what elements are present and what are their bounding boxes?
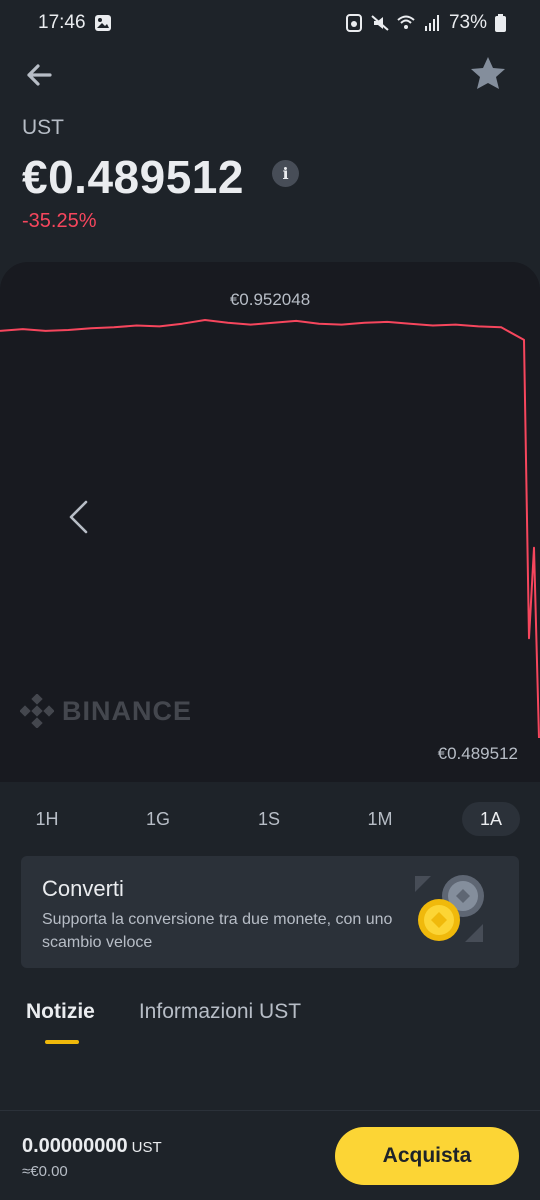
binance-logo-icon	[20, 694, 54, 728]
balance: 0.00000000 UST	[22, 1135, 162, 1158]
tab-notizie[interactable]: Notizie	[26, 1000, 95, 1024]
watermark-text: BINANCE	[62, 695, 193, 726]
bottom-bar: 0.00000000 UST ≈€0.00 Acquista	[0, 1110, 540, 1200]
wifi-icon	[397, 15, 415, 29]
asset-price: €0.489512	[22, 151, 244, 203]
signal-icon	[424, 15, 439, 31]
mute-icon	[371, 15, 389, 31]
convert-coins-icon	[415, 875, 484, 942]
header	[0, 50, 540, 100]
active-tab-indicator	[45, 1040, 79, 1044]
convert-title: Converti	[42, 876, 124, 901]
arrow-left-icon[interactable]	[20, 58, 60, 92]
tab-informazioni[interactable]: Informazioni UST	[139, 1000, 301, 1024]
price-chart[interactable]: €0.952048 €0.489512 BINANCE	[0, 262, 540, 782]
status-time: 17:46	[38, 12, 86, 33]
period-1s[interactable]: 1S	[240, 802, 298, 836]
content-tabs: Notizie Informazioni UST	[26, 1000, 301, 1024]
balance-unit: UST	[131, 1139, 162, 1156]
info-icon[interactable]: i	[272, 160, 299, 187]
data-saver-icon	[345, 14, 362, 32]
status-bar: 17:46 73%	[0, 0, 540, 46]
gallery-notification-icon	[94, 15, 111, 31]
battery-icon	[495, 14, 506, 32]
battery-percent: 73%	[448, 12, 487, 33]
period-1a[interactable]: 1A	[462, 802, 520, 836]
convert-description: Supporta la conversione tra due monete, …	[42, 911, 393, 951]
period-1m[interactable]: 1M	[351, 802, 409, 836]
chart-low-label: €0.489512	[437, 744, 518, 763]
period-selector: 1H 1G 1S 1M 1A	[18, 800, 520, 838]
asset-symbol: UST	[22, 116, 64, 139]
price-change: -35.25%	[22, 210, 97, 232]
convert-card[interactable]: Converti Supporta la conversione tra due…	[21, 856, 519, 968]
balance-amount: 0.00000000	[22, 1135, 128, 1157]
period-1h[interactable]: 1H	[18, 802, 76, 836]
balance-fiat: ≈€0.00	[22, 1163, 68, 1180]
chart-high-label: €0.952048	[229, 290, 311, 309]
star-icon[interactable]	[468, 54, 508, 94]
chevron-left-icon[interactable]	[62, 498, 94, 536]
period-1g[interactable]: 1G	[129, 802, 187, 836]
binance-watermark: BINANCE	[20, 694, 192, 728]
buy-button[interactable]: Acquista	[335, 1127, 519, 1185]
